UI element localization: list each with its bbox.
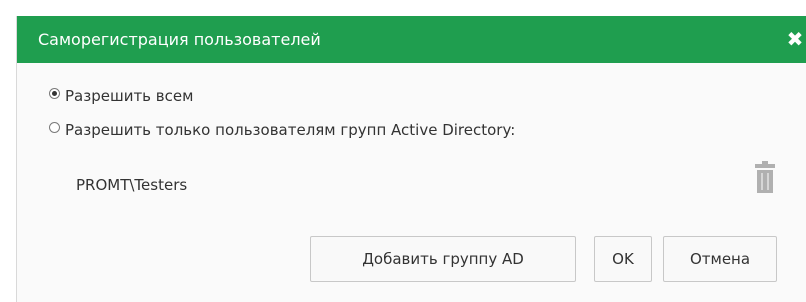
radio-button-checked-icon[interactable] [49,87,60,99]
close-icon[interactable]: ✖ [783,28,806,50]
radio-allow-all-label: Разрешить всем [65,87,194,105]
self-registration-dialog: Саморегистрация пользователей ✖ Разрешит… [16,16,806,302]
dialog-titlebar: Саморегистрация пользователей ✖ [17,16,806,63]
dialog-title: Саморегистрация пользователей [38,30,321,49]
cancel-button[interactable]: Отмена [663,236,777,282]
radio-allow-ad-groups[interactable]: Разрешить только пользователям групп Act… [49,121,515,139]
radio-button-icon[interactable] [49,121,60,133]
ad-group-name: PROMT\Testers [76,176,188,194]
radio-allow-all[interactable]: Разрешить всем [49,87,193,105]
add-ad-group-button[interactable]: Добавить группу AD [310,236,576,282]
trash-icon[interactable] [754,160,776,194]
radio-allow-ad-groups-label: Разрешить только пользователям групп Act… [65,121,516,139]
ok-button[interactable]: OK [594,236,652,282]
